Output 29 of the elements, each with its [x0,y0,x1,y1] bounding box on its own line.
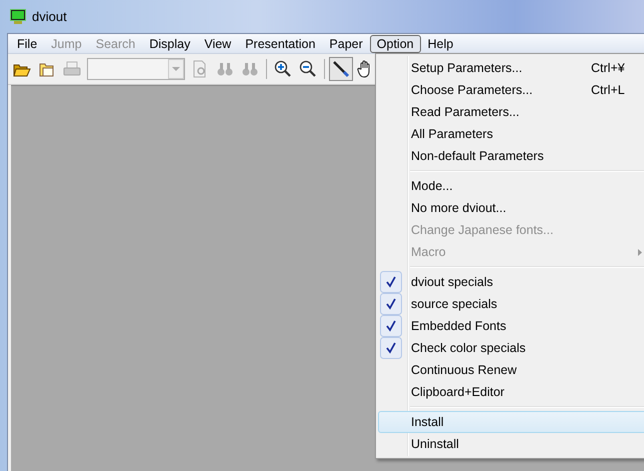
menu-item[interactable]: Read Parameters... [378,101,644,123]
menu-bar-item[interactable]: Help [420,34,460,52]
menu-bar-item[interactable]: Display [142,34,198,52]
checkmark-icon [380,271,402,293]
menu-item[interactable]: Continuous Renew [378,359,644,381]
menu-bar-item[interactable]: Paper [322,34,370,52]
menu-item[interactable]: Setup Parameters... Ctrl+¥ [378,57,644,79]
checkmark-icon [380,315,402,337]
menu-item[interactable]: Uninstall [378,433,644,455]
menu-item[interactable]: Clipboard+Editor [378,381,644,403]
checkmark-icon [380,337,402,359]
window-title: dviout [32,9,67,24]
menu-item[interactable]: dviout specials [378,271,644,293]
menu-bar-item[interactable]: View [197,34,238,52]
menu-item[interactable]: Install [378,411,644,433]
menu-item[interactable]: No more dviout... [378,197,644,219]
menu-item[interactable]: All Parameters [378,123,644,145]
menu-bar-item[interactable]: Option [370,34,421,52]
menu-item[interactable]: Non-default Parameters [378,145,644,167]
menu-item[interactable]: Check color specials [378,337,644,359]
menu-bar-item[interactable]: File [10,34,44,52]
menu-item[interactable]: source specials [378,293,644,315]
menu-item[interactable]: Choose Parameters... Ctrl+L [378,79,644,101]
pointer-icon[interactable] [329,57,353,81]
menu-item[interactable]: Embedded Fonts [378,315,644,337]
menu-bar-item[interactable]: Presentation [238,34,322,52]
menu-item[interactable]: Mode... [378,175,644,197]
checkmark-icon [380,293,402,315]
monitor-icon [10,9,26,24]
